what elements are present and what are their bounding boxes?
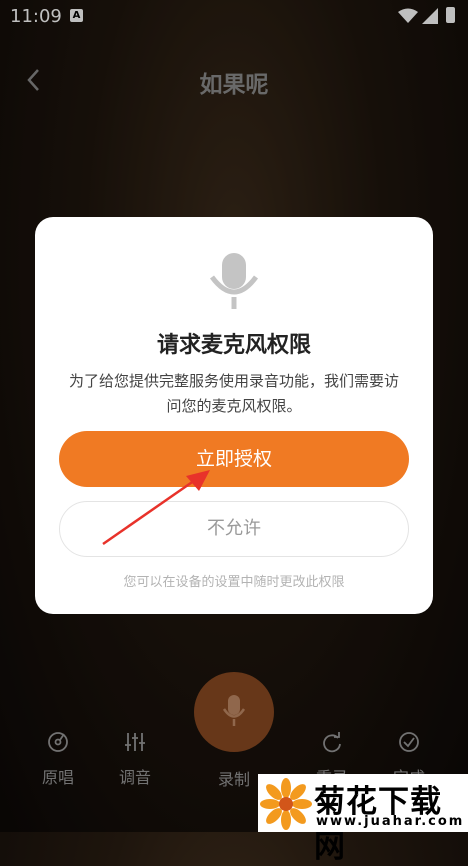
watermark: 菊花下载网 www.juahar.com bbox=[258, 774, 468, 865]
watermark-url: www.juahar.com bbox=[316, 814, 465, 829]
authorize-button[interactable]: 立即授权 bbox=[59, 431, 409, 487]
deny-button[interactable]: 不允许 bbox=[59, 501, 409, 557]
flower-logo-icon bbox=[260, 778, 312, 830]
permission-dialog: 请求麦克风权限 为了给您提供完整服务使用录音功能，我们需要访问您的麦克风权限。 … bbox=[35, 217, 433, 614]
dialog-note: 您可以在设备的设置中随时更改此权限 bbox=[123, 575, 345, 590]
dialog-description: 为了给您提供完整服务使用录音功能，我们需要访问您的麦克风权限。 bbox=[68, 372, 399, 415]
dialog-title: 请求麦克风权限 bbox=[156, 333, 311, 358]
microphone-icon bbox=[209, 253, 259, 309]
